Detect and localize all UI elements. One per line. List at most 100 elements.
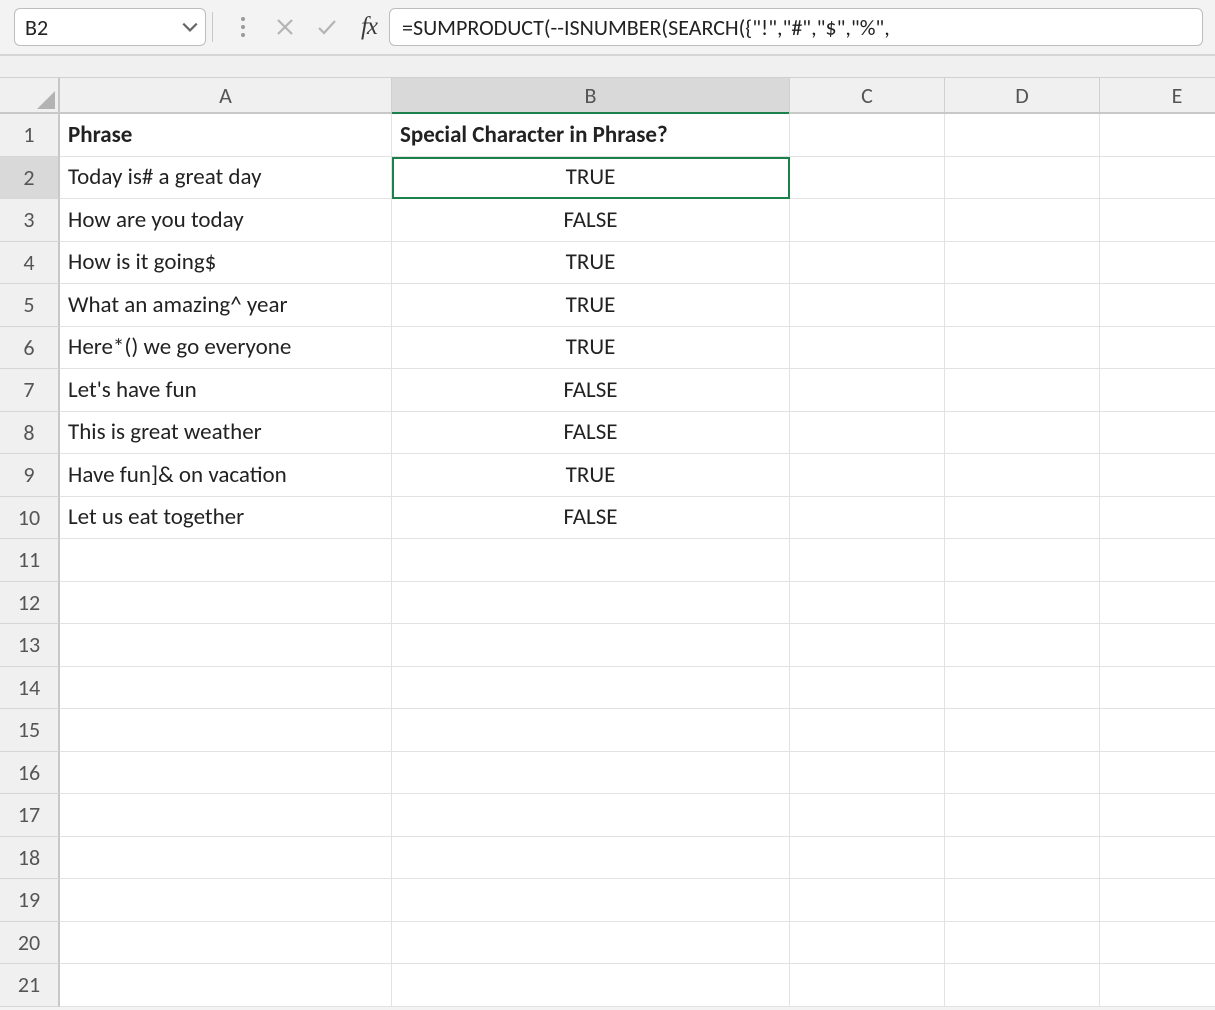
row-header[interactable]: 16 (0, 752, 60, 795)
data-cell[interactable] (945, 879, 1100, 922)
data-cell[interactable] (1100, 454, 1215, 497)
header-cell[interactable] (790, 114, 945, 157)
data-cell[interactable] (945, 242, 1100, 285)
data-cell[interactable] (945, 752, 1100, 795)
data-cell[interactable]: This is great weather (60, 412, 392, 455)
data-cell[interactable] (392, 879, 790, 922)
data-cell[interactable] (790, 624, 945, 667)
data-cell[interactable] (790, 709, 945, 752)
more-icon[interactable] (229, 13, 257, 41)
data-cell[interactable] (790, 752, 945, 795)
data-cell[interactable] (60, 582, 392, 625)
data-cell[interactable] (1100, 794, 1215, 837)
select-all-corner[interactable] (0, 78, 60, 112)
row-header[interactable]: 11 (0, 539, 60, 582)
data-cell[interactable]: How are you today (60, 199, 392, 242)
formula-input[interactable]: =SUMPRODUCT(--ISNUMBER(SEARCH({"!","#","… (389, 8, 1203, 46)
data-cell[interactable] (1100, 284, 1215, 327)
data-cell[interactable]: FALSE (392, 199, 790, 242)
data-cell[interactable] (945, 369, 1100, 412)
cancel-icon[interactable] (271, 13, 299, 41)
data-cell[interactable] (945, 922, 1100, 965)
data-cell[interactable]: Here*() we go everyone (60, 327, 392, 370)
data-cell[interactable] (790, 327, 945, 370)
data-cell[interactable] (790, 454, 945, 497)
data-cell[interactable] (60, 539, 392, 582)
data-cell[interactable]: FALSE (392, 369, 790, 412)
data-cell[interactable] (1100, 242, 1215, 285)
data-cell[interactable] (392, 667, 790, 710)
data-cell[interactable] (790, 879, 945, 922)
data-cell[interactable] (60, 879, 392, 922)
row-header[interactable]: 8 (0, 412, 60, 455)
name-box[interactable]: B2 (14, 8, 206, 46)
data-cell[interactable]: TRUE (392, 454, 790, 497)
data-cell[interactable] (790, 964, 945, 1007)
data-cell[interactable] (392, 582, 790, 625)
data-cell[interactable] (945, 624, 1100, 667)
column-header-A[interactable]: A (60, 78, 392, 112)
data-cell[interactable] (1100, 752, 1215, 795)
data-cell[interactable] (945, 284, 1100, 327)
data-cell[interactable] (1100, 582, 1215, 625)
data-cell[interactable] (790, 199, 945, 242)
row-header[interactable]: 14 (0, 667, 60, 710)
row-header[interactable]: 9 (0, 454, 60, 497)
row-header[interactable]: 21 (0, 964, 60, 1007)
data-cell[interactable] (945, 539, 1100, 582)
column-header-C[interactable]: C (790, 78, 945, 112)
data-cell[interactable] (60, 667, 392, 710)
data-cell[interactable] (392, 539, 790, 582)
data-cell[interactable]: FALSE (392, 412, 790, 455)
data-cell[interactable] (60, 837, 392, 880)
data-cell[interactable] (1100, 369, 1215, 412)
data-cell[interactable] (945, 327, 1100, 370)
row-header[interactable]: 17 (0, 794, 60, 837)
data-cell[interactable] (1100, 539, 1215, 582)
data-cell[interactable]: Have fun]& on vacation (60, 454, 392, 497)
row-header[interactable]: 13 (0, 624, 60, 667)
data-cell[interactable] (60, 794, 392, 837)
data-cell[interactable] (790, 667, 945, 710)
row-header[interactable]: 3 (0, 199, 60, 242)
header-cell[interactable]: Special Character in Phrase? (392, 114, 790, 157)
data-cell[interactable]: TRUE (392, 157, 790, 200)
data-cell[interactable] (1100, 199, 1215, 242)
data-cell[interactable] (392, 964, 790, 1007)
data-cell[interactable] (1100, 879, 1215, 922)
data-cell[interactable] (945, 157, 1100, 200)
column-header-D[interactable]: D (945, 78, 1100, 112)
row-header[interactable]: 1 (0, 114, 60, 157)
data-cell[interactable] (60, 922, 392, 965)
header-cell[interactable] (1100, 114, 1215, 157)
data-cell[interactable] (1100, 667, 1215, 710)
data-cell[interactable] (392, 922, 790, 965)
data-cell[interactable]: TRUE (392, 242, 790, 285)
enter-icon[interactable] (313, 13, 341, 41)
data-cell[interactable] (790, 157, 945, 200)
data-cell[interactable] (1100, 922, 1215, 965)
data-cell[interactable] (1100, 709, 1215, 752)
data-cell[interactable] (945, 199, 1100, 242)
data-cell[interactable] (1100, 624, 1215, 667)
header-cell[interactable] (945, 114, 1100, 157)
row-header[interactable]: 15 (0, 709, 60, 752)
data-cell[interactable] (1100, 837, 1215, 880)
row-header[interactable]: 20 (0, 922, 60, 965)
data-cell[interactable]: Today is# a great day (60, 157, 392, 200)
data-cell[interactable]: Let's have fun (60, 369, 392, 412)
data-cell[interactable] (392, 624, 790, 667)
data-cell[interactable] (790, 539, 945, 582)
data-cell[interactable] (790, 582, 945, 625)
data-cell[interactable] (945, 497, 1100, 540)
row-header[interactable]: 6 (0, 327, 60, 370)
row-header[interactable]: 4 (0, 242, 60, 285)
data-cell[interactable]: TRUE (392, 284, 790, 327)
data-cell[interactable] (60, 752, 392, 795)
chevron-down-icon[interactable] (181, 18, 199, 36)
data-cell[interactable]: How is it going$ (60, 242, 392, 285)
data-cell[interactable] (392, 837, 790, 880)
data-cell[interactable] (945, 709, 1100, 752)
data-cell[interactable] (790, 412, 945, 455)
data-cell[interactable] (945, 582, 1100, 625)
